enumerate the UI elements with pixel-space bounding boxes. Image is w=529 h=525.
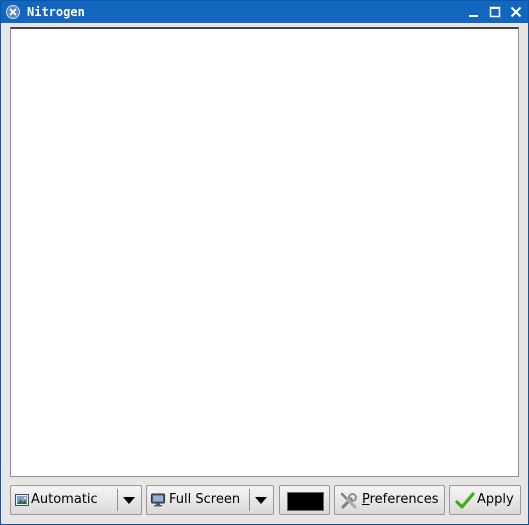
- preferences-label-rest: references: [369, 492, 439, 507]
- mode-combo[interactable]: Automatic: [10, 485, 142, 515]
- app-window: Nitrogen Automatic Full Screen Preferenc…: [0, 0, 529, 525]
- mode-combo-value: Automatic: [31, 492, 98, 507]
- display-combo-value: Full Screen: [169, 492, 241, 507]
- title-bar[interactable]: Nitrogen: [1, 1, 528, 23]
- background-color-button[interactable]: [279, 485, 330, 515]
- preferences-mnemonic: P: [362, 492, 370, 507]
- image-icon: [15, 494, 29, 506]
- apply-button[interactable]: Apply: [449, 485, 521, 515]
- display-combo[interactable]: Full Screen: [146, 485, 274, 515]
- combo-separator: [249, 489, 250, 511]
- color-swatch: [287, 492, 324, 511]
- maximize-icon[interactable]: [487, 4, 503, 20]
- bottom-toolbar: Automatic Full Screen Preferences Apply: [1, 480, 528, 524]
- chevron-down-icon[interactable]: [123, 497, 135, 504]
- window-menu-icon[interactable]: [6, 5, 20, 19]
- monitor-icon: [151, 493, 165, 507]
- preferences-button[interactable]: Preferences: [334, 485, 445, 515]
- window-title: Nitrogen: [27, 5, 85, 19]
- minimize-icon[interactable]: [466, 4, 482, 20]
- combo-separator: [117, 489, 118, 511]
- apply-label: Apply: [477, 492, 514, 507]
- chevron-down-icon[interactable]: [255, 497, 267, 504]
- tools-icon: [340, 492, 357, 509]
- wallpaper-list-area[interactable]: [10, 27, 519, 477]
- checkmark-icon: [455, 492, 475, 509]
- close-icon[interactable]: [508, 4, 524, 20]
- preferences-label: Preferences: [362, 492, 438, 508]
